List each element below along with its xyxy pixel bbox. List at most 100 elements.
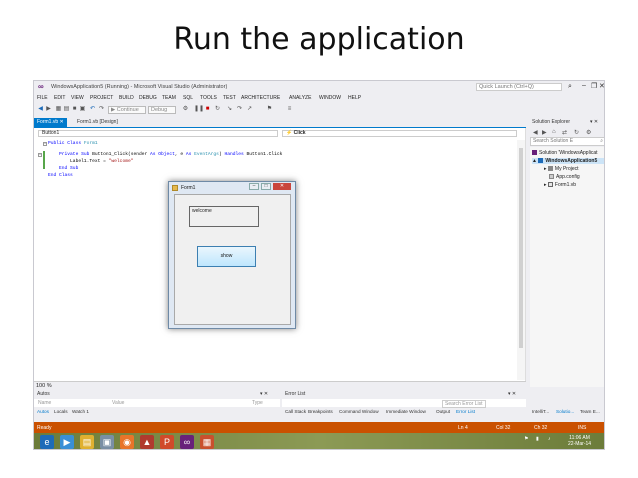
show-button[interactable]: show [197, 246, 256, 267]
scrollbar-thumb[interactable] [519, 148, 523, 348]
error-list-pin-icon[interactable]: ▾ ✕ [508, 390, 516, 398]
menu-help[interactable]: HELP [348, 95, 361, 101]
tab-immediate-window[interactable]: Immediate Window [386, 409, 426, 414]
menu-tools[interactable]: TOOLS [200, 95, 217, 101]
comment-icon[interactable]: ≡ [286, 106, 293, 113]
menu-view[interactable]: VIEW [71, 95, 84, 101]
menu-analyze[interactable]: ANALYZE [289, 95, 311, 101]
tab-intellitrace[interactable]: IntelliT... [532, 409, 549, 414]
autos-columns: Name Value Type [34, 399, 280, 407]
lightning-icon: ⚡ [286, 130, 293, 136]
close-icon[interactable]: ✕ [599, 82, 604, 90]
form-maximize-icon[interactable]: □ [261, 183, 271, 190]
tab-command-window[interactable]: Command Window [339, 409, 379, 414]
continue-button[interactable]: ▶ Continue [108, 106, 146, 114]
tab-breakpoints[interactable]: Breakpoints [308, 409, 333, 414]
tab-form1-design[interactable]: Form1.vb [Design] [74, 118, 121, 127]
attach-icon[interactable]: ⚙ [182, 106, 189, 113]
tab-error-list[interactable]: Error List [456, 409, 475, 414]
office-icon[interactable]: ▦ [200, 435, 214, 449]
taskbar-clock[interactable]: 11:06 AM 22-Mar-14 [568, 435, 591, 447]
step-out-icon[interactable]: ↗ [246, 106, 253, 113]
menu-file[interactable]: FILE [37, 95, 48, 101]
menu-edit[interactable]: EDIT [54, 95, 65, 101]
menu-build[interactable]: BUILD [119, 95, 134, 101]
restart-icon[interactable]: ↻ [214, 106, 221, 113]
properties-icon[interactable]: ⚙ [586, 129, 591, 136]
save-all-icon[interactable]: ▣ [79, 106, 86, 113]
tab-watch1[interactable]: Watch 1 [72, 409, 89, 414]
forward-icon[interactable]: ▶ [45, 106, 52, 113]
tree-app-config[interactable]: App.config [549, 174, 580, 180]
open-icon[interactable]: ▤ [63, 106, 70, 113]
bookmark-icon[interactable]: ⚑ [266, 106, 273, 113]
tray-flag-icon[interactable]: ⚑ [524, 436, 528, 442]
taskbar: e ▶ ▤ ▣ ◉ ▲ P ∞ ▦ ⚑ ▮ ♪ 11:06 AM 22-Mar-… [34, 433, 604, 449]
step-into-icon[interactable]: ↘ [226, 106, 233, 113]
firefox-icon[interactable]: ◉ [120, 435, 134, 449]
tree-my-project[interactable]: ▸ My Project [544, 166, 579, 172]
tab-team-explorer[interactable]: Team E... [580, 409, 600, 414]
tree-solution[interactable]: Solution 'WindowsApplicat [532, 150, 597, 156]
new-project-icon[interactable]: ▦ [55, 106, 62, 113]
error-search-input[interactable]: Search Error List [442, 400, 486, 408]
tab-form1-code[interactable]: Form1.vb ✕ [34, 118, 67, 127]
tray-network-icon[interactable]: ▮ [536, 436, 539, 442]
tab-autos[interactable]: Autos [37, 409, 49, 414]
break-all-icon[interactable]: ❚❚ [194, 106, 204, 113]
powerpoint-icon[interactable]: P [160, 435, 174, 449]
close-tab-icon[interactable]: ✕ [60, 119, 64, 125]
search-icon[interactable]: ⌕ [568, 83, 572, 91]
collapse-sub-icon[interactable]: − [38, 153, 42, 157]
tab-solution-explorer[interactable]: Solutio... [556, 409, 574, 414]
menu-window[interactable]: WINDOW [319, 95, 341, 101]
event-combo-value: Click [293, 130, 306, 136]
visual-studio-logo-icon: ∞ [38, 82, 44, 91]
menu-sql[interactable]: SQL [183, 95, 193, 101]
menu-project[interactable]: PROJECT [90, 95, 113, 101]
redo-icon[interactable]: ↷ [98, 106, 105, 113]
stop-icon[interactable]: ■ [204, 106, 211, 113]
configuration-select[interactable]: Debug [148, 106, 176, 114]
minimize-icon[interactable]: – [582, 82, 586, 89]
undo-icon[interactable]: ↶ [89, 106, 96, 113]
tab-output[interactable]: Output [436, 409, 450, 414]
tab-call-stack[interactable]: Call Stack [285, 409, 306, 414]
home-icon[interactable]: ⌂ [552, 129, 556, 135]
form-close-icon[interactable]: ✕ [273, 183, 291, 190]
menu-team[interactable]: TEAM [162, 95, 176, 101]
visual-studio-taskbar-icon[interactable]: ∞ [180, 435, 194, 449]
tab-locals[interactable]: Locals [54, 409, 68, 414]
forward-icon[interactable]: ▶ [542, 129, 547, 136]
menu-test[interactable]: TEST [223, 95, 236, 101]
pdf-icon[interactable]: ▲ [140, 435, 154, 449]
menu-debug[interactable]: DEBUG [139, 95, 157, 101]
editor-scrollbar[interactable] [517, 140, 525, 380]
back-icon[interactable]: ◀ [533, 129, 538, 136]
sync-icon[interactable]: ⇄ [562, 129, 567, 136]
autos-pin-icon[interactable]: ▾ ✕ [260, 390, 268, 398]
quick-launch-input[interactable]: Quick Launch (Ctrl+Q) [476, 83, 562, 91]
solution-pin-icon[interactable]: ▾ ✕ [590, 118, 598, 127]
form-minimize-icon[interactable]: – [249, 183, 259, 190]
media-icon[interactable]: ▶ [60, 435, 74, 449]
refresh-icon[interactable]: ↻ [574, 129, 579, 136]
save-icon[interactable]: ■ [71, 106, 78, 113]
tree-form1[interactable]: ▸ Form1.vb [544, 182, 576, 188]
menu-architecture[interactable]: ARCHITECTURE [241, 95, 280, 101]
step-over-icon[interactable]: ↷ [236, 106, 243, 113]
back-icon[interactable]: ◀ [37, 106, 44, 113]
tree-project[interactable]: ▲ WindowsApplication5 [532, 158, 604, 164]
event-combo[interactable]: ⚡ Click [282, 130, 517, 137]
tray-volume-icon[interactable]: ♪ [548, 436, 551, 442]
app-icon[interactable]: ▣ [100, 435, 114, 449]
maximize-icon[interactable]: ❐ [591, 82, 597, 90]
running-form-window[interactable]: Form1 – □ ✕ welcome show [168, 181, 296, 329]
ie-icon[interactable]: e [40, 435, 54, 449]
object-combo[interactable]: Button1 [38, 130, 278, 137]
form-icon [172, 185, 178, 191]
solution-search-input[interactable]: Search Solution E ⌕ [530, 137, 604, 146]
file-explorer-icon[interactable]: ▤ [80, 435, 94, 449]
zoom-level[interactable]: 100 % [36, 383, 52, 389]
collapse-class-icon[interactable]: − [43, 142, 47, 146]
